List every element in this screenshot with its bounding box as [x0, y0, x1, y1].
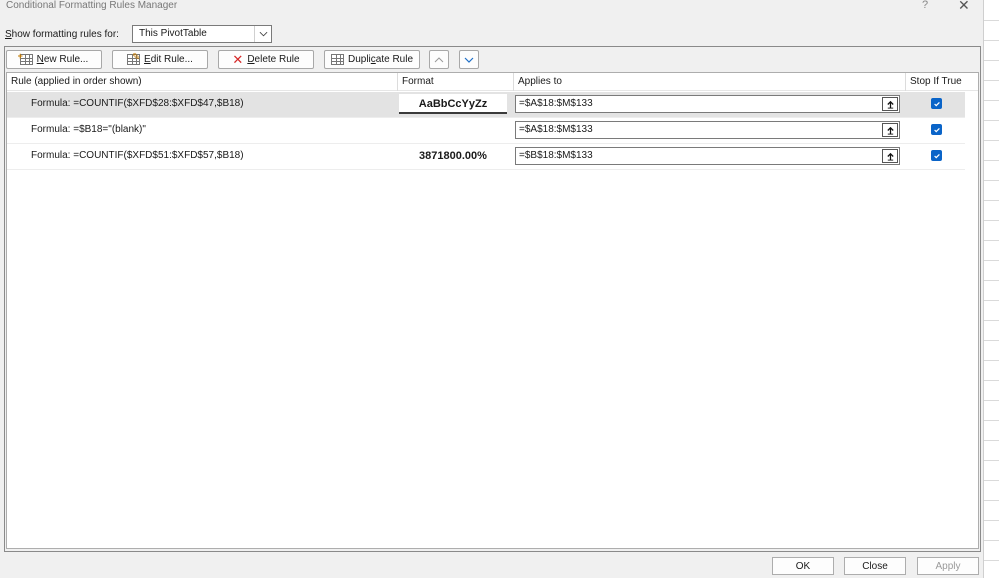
applies-to-input[interactable]: =$A$18:$M$133: [515, 95, 900, 113]
table-header: Rule (applied in order shown) Format App…: [7, 73, 978, 91]
stop-if-true-checkbox[interactable]: [931, 124, 942, 135]
applies-to-value: =$A$18:$M$133: [519, 124, 593, 135]
dialog-root: Conditional Formatting Rules Manager ? ✕…: [0, 0, 999, 578]
col-rule-header[interactable]: Rule (applied in order shown): [7, 73, 397, 91]
rules-table: Rule (applied in order shown) Format App…: [6, 72, 979, 549]
show-rules-selected: This PivotTable: [139, 28, 207, 39]
move-up-button[interactable]: [429, 50, 449, 69]
applies-to-input[interactable]: =$A$18:$M$133: [515, 121, 900, 139]
col-format-header[interactable]: Format: [397, 73, 513, 91]
rule-formula: Formula: =COUNTIF($XFD$28:$XFD$47,$B18): [31, 98, 244, 109]
table-row[interactable]: Formula: =COUNTIF($XFD$28:$XFD$47,$B18) …: [7, 92, 965, 118]
format-preview: 3871800.00%: [419, 150, 487, 162]
delete-rule-label: Delete Rule: [247, 54, 300, 65]
applies-to-value: =$B$18:$M$133: [519, 150, 593, 161]
applies-to-input[interactable]: =$B$18:$M$133: [515, 147, 900, 165]
edit-rule-icon: ✎: [127, 52, 140, 65]
new-rule-label: New Rule...: [36, 54, 89, 65]
table-row[interactable]: Formula: =$B18="(blank)" =$A$18:$M$133: [7, 118, 965, 144]
rule-formula: Formula: =COUNTIF($XFD$51:$XFD$57,$B18): [31, 150, 244, 161]
chevron-up-icon: [434, 56, 444, 62]
delete-x-icon: ✕: [232, 52, 244, 67]
table-row[interactable]: Formula: =COUNTIF($XFD$51:$XFD$57,$B18) …: [7, 144, 965, 170]
show-rules-dropdown[interactable]: This PivotTable: [132, 25, 272, 43]
format-preview: AaBbCcYyZz: [399, 94, 507, 114]
new-rule-button[interactable]: + New Rule...: [6, 50, 102, 69]
range-select-icon[interactable]: [882, 123, 898, 137]
stop-if-true-checkbox[interactable]: [931, 150, 942, 161]
window-title: Conditional Formatting Rules Manager: [6, 0, 178, 11]
ok-button[interactable]: OK: [772, 557, 834, 575]
range-select-icon[interactable]: [882, 97, 898, 111]
apply-button[interactable]: Apply: [917, 557, 979, 575]
stop-if-true-checkbox[interactable]: [931, 98, 942, 109]
duplicate-rule-label: Duplicate Rule: [347, 54, 414, 65]
edit-rule-label: Edit Rule...: [144, 54, 193, 65]
edit-rule-button[interactable]: ✎ Edit Rule...: [112, 50, 208, 69]
chevron-down-icon: [254, 26, 271, 42]
chevron-down-icon: [464, 57, 474, 63]
format-preview: [399, 120, 507, 140]
duplicate-rule-button[interactable]: Duplicate Rule: [324, 50, 420, 69]
rule-formula: Formula: =$B18="(blank)": [31, 124, 146, 135]
background-sheet: [983, 0, 999, 578]
col-applies-header[interactable]: Applies to: [513, 73, 905, 91]
duplicate-rule-icon: [330, 54, 344, 65]
move-down-button[interactable]: [459, 50, 479, 69]
new-rule-icon: +: [18, 51, 33, 65]
range-select-icon[interactable]: [882, 149, 898, 163]
close-icon[interactable]: ✕: [958, 0, 970, 14]
close-button[interactable]: Close: [844, 557, 906, 575]
title-bar: Conditional Formatting Rules Manager ? ✕: [0, 0, 983, 14]
help-icon[interactable]: ?: [922, 0, 928, 11]
rules-frame: + New Rule... ✎ Edit Rule... ✕ Delete Ru…: [4, 46, 981, 552]
show-rules-label: Show formatting rules for:: [5, 28, 119, 40]
applies-to-value: =$A$18:$M$133: [519, 98, 593, 109]
show-rules-row: Show formatting rules for:: [5, 24, 119, 44]
col-stop-header[interactable]: Stop If True: [905, 73, 980, 91]
delete-rule-button[interactable]: ✕ Delete Rule: [218, 50, 314, 69]
